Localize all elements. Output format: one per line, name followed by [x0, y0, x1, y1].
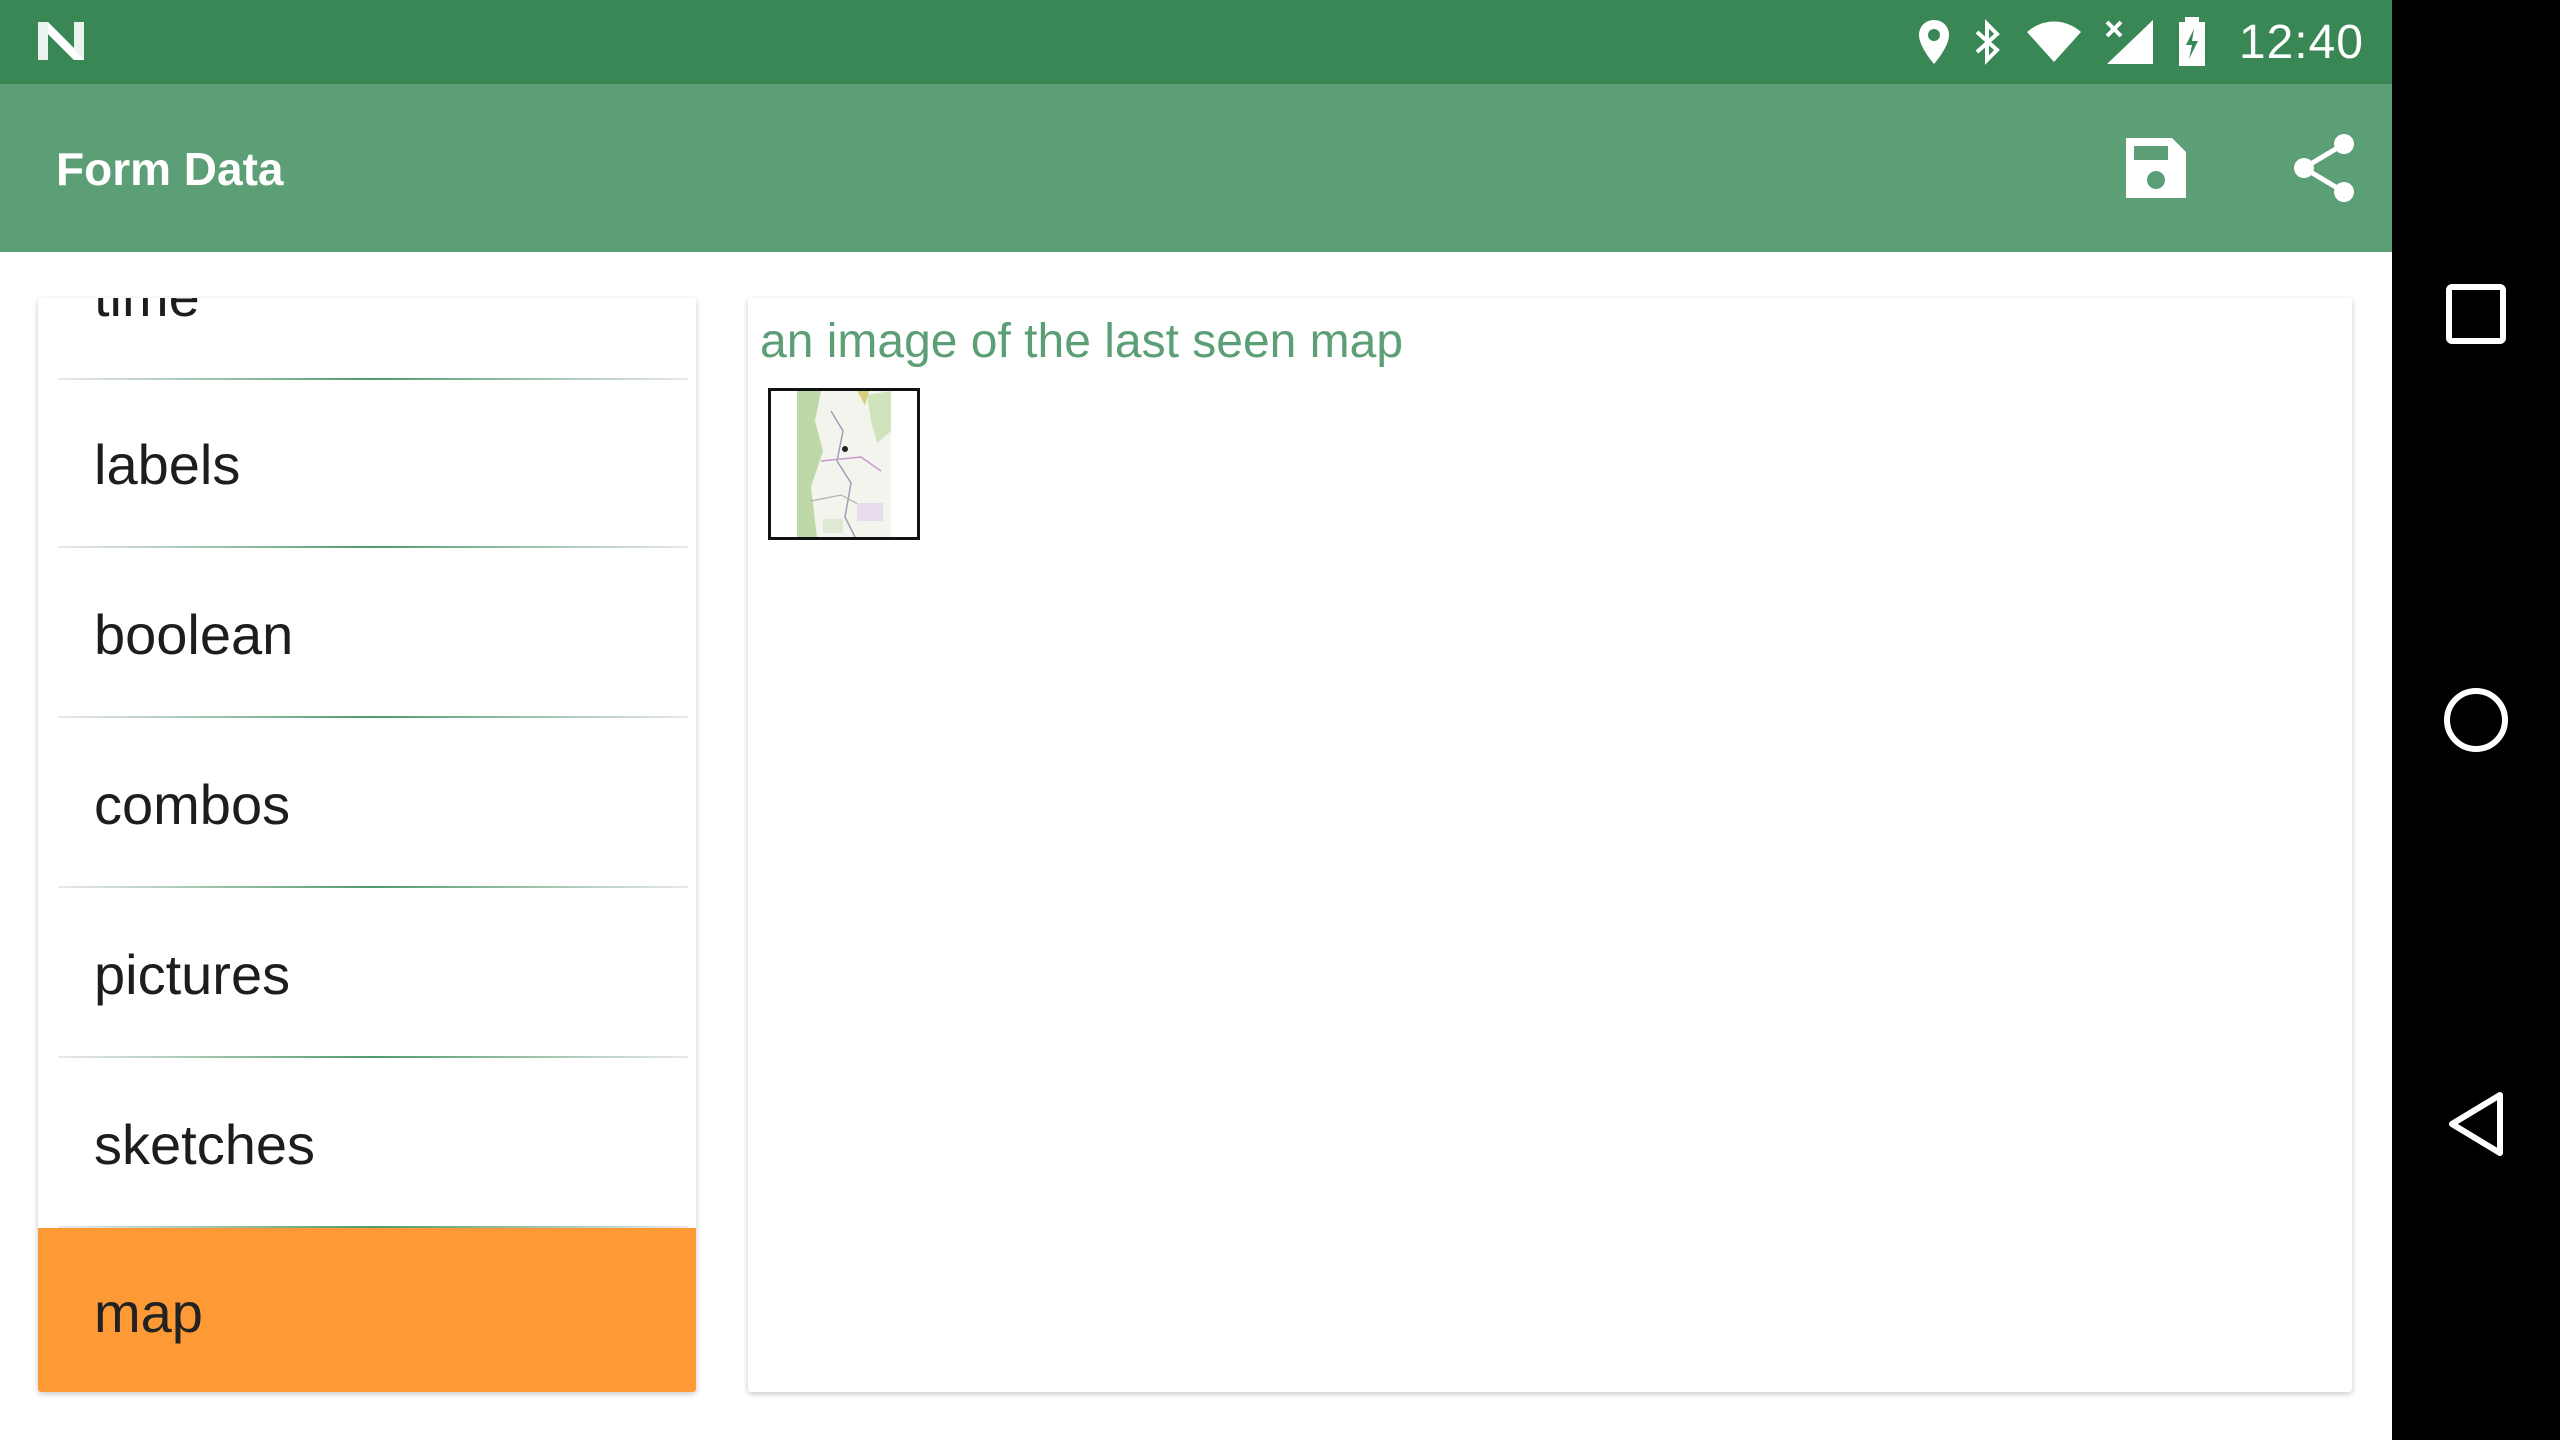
list-item-pictures[interactable]: pictures	[38, 890, 696, 1058]
status-bar: 12:40	[0, 0, 2392, 84]
list-item-combos[interactable]: combos	[38, 720, 696, 888]
battery-charging-icon	[2177, 17, 2207, 67]
divider	[58, 716, 688, 718]
list-item-labels[interactable]: labels	[38, 380, 696, 548]
list-item-map[interactable]: map	[38, 1228, 696, 1392]
app-bar: Form Data	[0, 84, 2392, 252]
list-item-label: sketches	[94, 1112, 315, 1176]
back-icon	[2449, 1092, 2503, 1156]
n-logo-icon	[34, 18, 88, 69]
list-item-label: map	[94, 1280, 203, 1344]
map-thumbnail[interactable]	[768, 388, 920, 540]
home-icon	[2444, 688, 2508, 752]
map-image-icon	[771, 391, 917, 538]
divider	[58, 1056, 688, 1058]
list-item-label: pictures	[94, 942, 291, 1006]
clock: 12:40	[2238, 15, 2364, 69]
content-area: time labels boolean combos pictures sket…	[0, 252, 2392, 1440]
list-item-label: boolean	[94, 602, 294, 666]
page-title: Form Data	[56, 143, 284, 195]
share-icon	[2294, 134, 2354, 202]
divider	[58, 546, 688, 548]
list-item-time[interactable]: time	[38, 298, 696, 380]
save-button[interactable]	[2116, 128, 2196, 208]
section-list: time labels boolean combos pictures sket…	[38, 298, 696, 1392]
map-image-label: an image of the last seen map	[760, 315, 1404, 368]
list-item-boolean[interactable]: boolean	[38, 550, 696, 718]
list-item-label: time	[94, 298, 200, 329]
recents-icon	[2446, 284, 2506, 344]
home-button[interactable]	[2426, 670, 2526, 770]
back-button[interactable]	[2426, 1074, 2526, 1174]
save-icon	[2126, 138, 2186, 198]
recents-button[interactable]	[2426, 264, 2526, 364]
location-icon	[1917, 18, 1951, 66]
list-item-label: combos	[94, 772, 291, 836]
cell-signal-icon	[2105, 18, 2155, 66]
bluetooth-icon	[1973, 18, 2003, 66]
detail-panel: an image of the last seen map	[748, 298, 2352, 1392]
list-item-label: labels	[94, 432, 241, 496]
navigation-bar	[2392, 0, 2560, 1440]
divider	[58, 886, 688, 888]
list-item-sketches[interactable]: sketches	[38, 1060, 696, 1228]
share-button[interactable]	[2284, 128, 2364, 208]
wifi-icon	[2025, 20, 2083, 64]
